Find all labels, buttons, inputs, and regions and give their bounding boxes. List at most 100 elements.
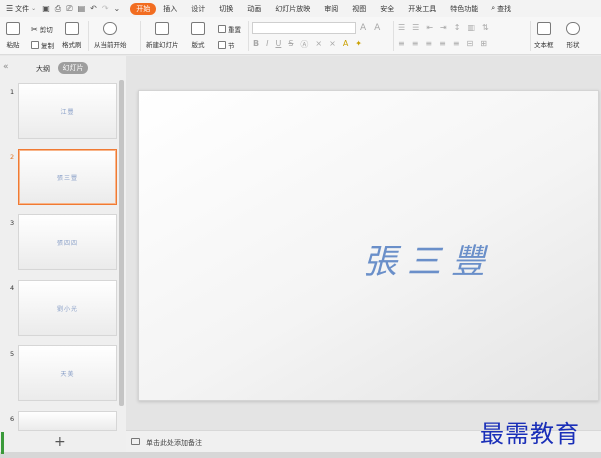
collapse-panel-icon[interactable]: « <box>3 62 9 72</box>
file-menu[interactable]: ☰ 文件 ⌄ <box>6 0 36 17</box>
slide-thumbnail-5[interactable]: 天美 <box>18 345 117 401</box>
new-slide-button[interactable]: 新建幻灯片 <box>146 22 179 49</box>
columns-icon[interactable]: ▥ <box>467 23 475 32</box>
shape-button[interactable]: 形状 <box>566 22 580 49</box>
layout-button[interactable]: 版式 <box>191 22 205 49</box>
reset-button[interactable]: 重置 <box>218 24 241 34</box>
thumbnail-scrollbar[interactable] <box>119 80 124 406</box>
vertical-align-icon[interactable]: ⊟ <box>467 39 474 48</box>
format-painter-button[interactable]: 格式刷 <box>62 22 82 49</box>
line-spacing-icon[interactable]: ↕ <box>454 23 461 32</box>
tab-transition[interactable]: 切换 <box>212 3 240 15</box>
text-direction-icon[interactable]: ⇅ <box>482 23 489 32</box>
slide-number: 6 <box>10 415 15 423</box>
bold-button[interactable]: B <box>253 39 259 50</box>
tab-slideshow[interactable]: 幻灯片放映 <box>268 3 317 15</box>
export-pdf-icon[interactable]: ⎙ <box>55 4 61 14</box>
paragraph-row-bottom: ≡ ≡ ≡ ≡ ≡ ⊟ ⊞ <box>398 39 487 48</box>
paste-icon <box>6 22 20 35</box>
slide-thumbnail-4[interactable]: 劉小光 <box>18 280 117 336</box>
paste-button[interactable]: 粘贴 <box>6 22 20 49</box>
justify-icon[interactable]: ≡ <box>439 39 446 48</box>
align-center-icon[interactable]: ≡ <box>412 39 419 48</box>
slide-title-text[interactable]: 張三豐 <box>363 234 495 283</box>
align-right-icon[interactable]: ≡ <box>425 39 432 48</box>
ribbon-divider <box>393 21 394 51</box>
notes-placeholder[interactable]: 单击此处添加备注 <box>146 438 202 448</box>
text-align-icon[interactable]: ⊞ <box>480 39 487 48</box>
format-painter-label: 格式刷 <box>62 41 82 49</box>
superscript-icon[interactable]: × <box>315 39 322 50</box>
slide-thumbnail-1[interactable]: 江豐 <box>18 83 117 139</box>
increase-font-button[interactable]: A <box>360 23 366 33</box>
menu-bar: ☰ 文件 ⌄ ▣ ⎙ ⎚ ▤ ↶ ↷ ⌄ 开始 插入 设计 切换 动画 幻灯片放… <box>0 0 601 17</box>
font-format-row: B I U S Ⓐ × × A ✦ <box>253 39 362 50</box>
slide-thumbnail-panel: « 大纲 幻灯片 1 江豐 2 張三豐 3 張四四 4 劉小光 5 天美 6 + <box>0 56 126 458</box>
paragraph-row-top: ☰ ☰ ⇤ ⇥ ↕ ▥ ⇅ <box>398 23 489 32</box>
font-color-icon[interactable]: A <box>343 39 348 50</box>
textbox-label: 文本框 <box>534 41 554 49</box>
copy-label: 复制 <box>41 42 54 50</box>
font-size-controls: A A <box>360 23 380 33</box>
add-slide-button[interactable]: + <box>54 434 66 450</box>
tab-animation[interactable]: 动画 <box>240 3 268 15</box>
align-left-icon[interactable]: ≡ <box>398 39 405 48</box>
play-from-current-button[interactable]: 从当前开始 <box>94 22 127 49</box>
redo-icon[interactable]: ↷ <box>102 4 109 13</box>
decrease-indent-icon[interactable]: ⇤ <box>426 23 433 32</box>
tab-review[interactable]: 审阅 <box>317 3 345 15</box>
tab-slides[interactable]: 幻灯片 <box>58 62 88 74</box>
print-icon[interactable]: ⎚ <box>66 4 72 14</box>
textbox-button[interactable]: 文本框 <box>534 22 554 49</box>
numbered-list-icon[interactable]: ☰ <box>412 23 419 32</box>
undo-icon[interactable]: ↶ <box>90 4 97 13</box>
section-icon <box>218 41 226 49</box>
slide-number: 3 <box>10 219 15 227</box>
tab-developer[interactable]: 开发工具 <box>401 3 443 15</box>
strikethrough-button[interactable]: S <box>288 39 293 50</box>
current-slide[interactable]: 張三豐 <box>138 90 599 401</box>
text-shadow-icon[interactable]: Ⓐ <box>300 39 308 50</box>
thumbnail-text: 天美 <box>60 370 75 378</box>
window-edge-marker <box>1 432 4 454</box>
ribbon-divider <box>248 21 249 51</box>
cut-button[interactable]: ✂ 剪切 <box>31 24 53 35</box>
slide-thumbnail-2[interactable]: 張三豐 <box>18 149 117 205</box>
subscript-icon[interactable]: × <box>329 39 336 50</box>
slide-thumbnail-3[interactable]: 張四四 <box>18 214 117 270</box>
tab-view[interactable]: 视图 <box>345 3 373 15</box>
underline-button[interactable]: U <box>275 39 281 50</box>
slide-thumbnail-6[interactable] <box>18 411 117 431</box>
tab-insert[interactable]: 插入 <box>156 3 184 15</box>
save-icon[interactable]: ▣ <box>42 4 50 13</box>
italic-button[interactable]: I <box>266 39 268 50</box>
print-preview-icon[interactable]: ▤ <box>78 4 86 13</box>
section-button[interactable]: 节 <box>218 40 235 50</box>
copy-button[interactable]: 复制 <box>31 40 54 50</box>
slide-number: 5 <box>10 350 15 358</box>
tab-design[interactable]: 设计 <box>184 3 212 15</box>
quick-access-toolbar: ▣ ⎙ ⎚ ▤ ↶ ↷ ⌄ <box>42 4 120 14</box>
slide-number: 1 <box>10 88 15 96</box>
font-name-field[interactable] <box>252 22 356 34</box>
reset-icon <box>218 25 226 33</box>
layout-label: 版式 <box>191 41 205 49</box>
ribbon-tabs: 开始 插入 设计 切换 动画 幻灯片放映 审阅 视图 安全 开发工具 特色功能 <box>130 2 485 15</box>
tab-security[interactable]: 安全 <box>373 3 401 15</box>
search-box[interactable]: ⌕ 查找 <box>491 4 511 14</box>
bullet-list-icon[interactable]: ☰ <box>398 23 405 32</box>
decrease-font-button[interactable]: A <box>374 23 380 33</box>
customize-icon[interactable]: ⌄ <box>114 4 121 13</box>
notes-icon <box>131 438 140 445</box>
paste-label: 粘贴 <box>6 41 20 49</box>
tab-outline[interactable]: 大纲 <box>36 64 50 74</box>
highlight-icon[interactable]: ✦ <box>355 39 362 50</box>
tab-features[interactable]: 特色功能 <box>443 3 485 15</box>
new-slide-label: 新建幻灯片 <box>146 41 179 49</box>
play-icon <box>103 22 118 35</box>
increase-indent-icon[interactable]: ⇥ <box>440 23 447 32</box>
section-label: 节 <box>228 42 235 50</box>
distribute-icon[interactable]: ≡ <box>453 39 460 48</box>
tab-home[interactable]: 开始 <box>130 2 157 15</box>
ribbon-divider <box>88 21 89 51</box>
